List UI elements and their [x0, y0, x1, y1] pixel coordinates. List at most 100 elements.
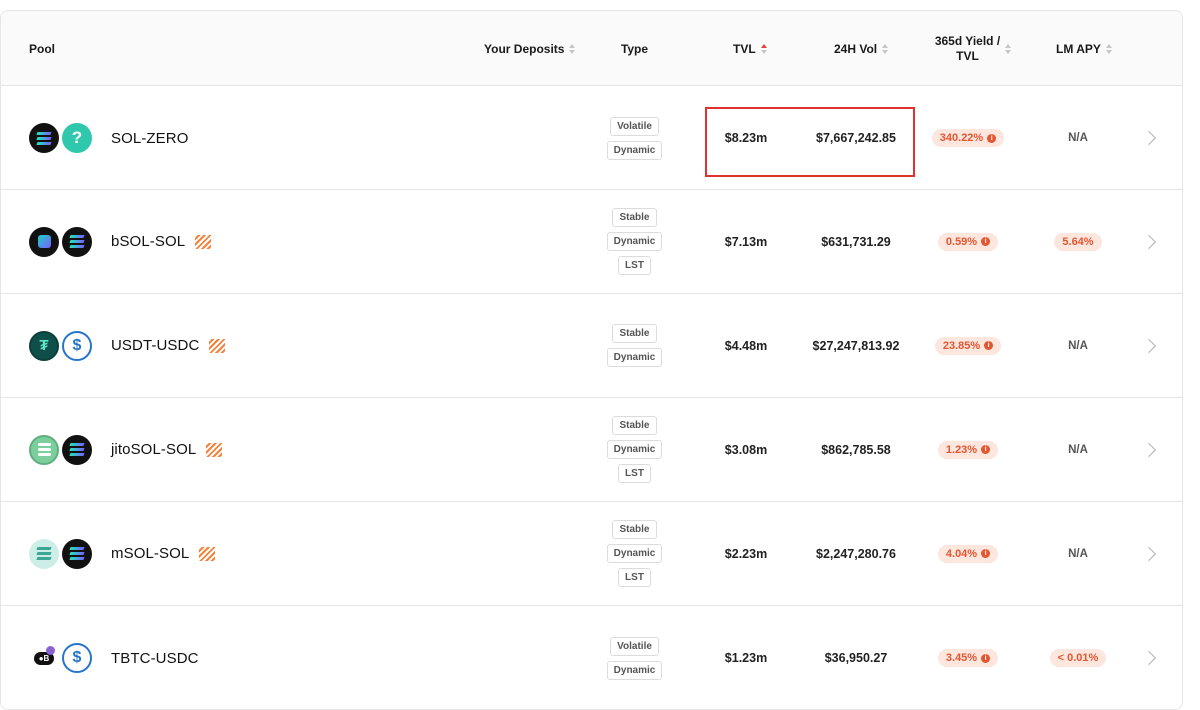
- farm-stripes-icon: [206, 442, 223, 457]
- header-lm-apy-label: LM APY: [1056, 41, 1101, 56]
- table-header: Pool Your Deposits Type TVL 24H Vol 365d…: [1, 11, 1182, 86]
- header-24h-vol[interactable]: 24H Vol: [834, 11, 889, 86]
- yield-badge: 0.59% i: [919, 190, 1017, 293]
- tvl-value: $3.08m: [724, 442, 768, 457]
- pool-name: SOL-ZERO: [111, 129, 189, 147]
- solana-icon: [62, 226, 92, 257]
- table-row[interactable]: jitoSOL-SOL Stable Dynamic LST $3.08m $8…: [1, 398, 1182, 502]
- chevron-right-icon[interactable]: [1139, 398, 1159, 501]
- chevron-right-icon[interactable]: [1139, 294, 1159, 397]
- type-tag: LST: [618, 464, 651, 483]
- lm-apy-value: < 0.01%: [1031, 606, 1125, 709]
- pools-table: Pool Your Deposits Type TVL 24H Vol 365d…: [0, 10, 1183, 710]
- yield-badge: 23.85% i: [919, 294, 1017, 397]
- token-pair-icons: ₮ $: [29, 294, 95, 397]
- chevron-right-icon[interactable]: [1139, 190, 1159, 293]
- tvl-value: $8.23m: [724, 131, 768, 145]
- volume-value: $36,950.27: [824, 651, 888, 665]
- pool-name: USDT-USDC: [111, 294, 226, 397]
- pool-type-tags: Stable Dynamic: [581, 294, 688, 397]
- msol-icon: [29, 538, 59, 569]
- solana-icon: [62, 538, 92, 569]
- header-your-deposits[interactable]: Your Deposits: [484, 11, 576, 86]
- info-icon[interactable]: i: [981, 549, 991, 558]
- type-tag: Volatile: [610, 116, 659, 136]
- usdt-icon: ₮: [29, 330, 59, 361]
- table-row[interactable]: ? SOL-ZERO Volatile Dynamic $8.23m $7,66…: [1, 87, 1182, 190]
- sort-icon: [1005, 43, 1012, 55]
- usdc-icon: $: [62, 643, 92, 673]
- header-lm-apy[interactable]: LM APY: [1056, 11, 1112, 86]
- type-tag: Dynamic: [606, 232, 663, 251]
- header-pool: Pool: [29, 11, 55, 86]
- chevron-right-icon[interactable]: [1139, 87, 1159, 189]
- header-yield[interactable]: 365d Yield / TVL: [923, 11, 1023, 86]
- pool-type-tags: Stable Dynamic LST: [581, 190, 688, 293]
- yield-badge: 1.23% i: [919, 398, 1017, 501]
- sort-icon: [1105, 43, 1112, 55]
- lm-apy-value: N/A: [1068, 443, 1088, 456]
- type-tag: Dynamic: [606, 544, 663, 563]
- token-pair-icons: [29, 502, 95, 605]
- chevron-right-icon[interactable]: [1139, 502, 1159, 605]
- unknown-token-icon: ?: [62, 123, 92, 153]
- farm-stripes-icon: [199, 546, 216, 561]
- pool-name: mSOL-SOL: [111, 502, 216, 605]
- header-type-label: Type: [620, 41, 649, 56]
- info-icon[interactable]: i: [981, 445, 991, 454]
- farm-stripes-icon: [209, 338, 226, 353]
- yield-badge: 4.04% i: [919, 502, 1017, 605]
- sort-icon: [569, 43, 576, 55]
- info-icon[interactable]: i: [981, 653, 991, 663]
- header-yield-label-line1: 365d Yield /: [934, 33, 1001, 48]
- token-pair-icons: [29, 398, 95, 501]
- info-icon[interactable]: i: [981, 237, 991, 246]
- type-tag: Dynamic: [606, 140, 663, 160]
- tvl-value: $4.48m: [724, 338, 768, 353]
- tvl-value: $7.13m: [724, 234, 768, 249]
- table-row[interactable]: mSOL-SOL Stable Dynamic LST $2.23m $2,24…: [1, 502, 1182, 606]
- lm-apy-value: N/A: [1068, 339, 1088, 352]
- volume-value: $7,667,242.85: [816, 131, 896, 145]
- info-icon[interactable]: i: [987, 133, 997, 143]
- table-row[interactable]: ₮ $ USDT-USDC Stable Dynamic $4.48m $27,…: [1, 294, 1182, 398]
- lm-apy-value: N/A: [1068, 547, 1088, 560]
- type-tag: Dynamic: [606, 348, 663, 367]
- table-row[interactable]: ●B $ TBTC-USDC Volatile Dynamic $1.23m $…: [1, 606, 1182, 709]
- tvl-value: $1.23m: [724, 651, 768, 665]
- pool-type-tags: Stable Dynamic LST: [581, 398, 688, 501]
- type-tag: LST: [618, 568, 651, 587]
- pool-type-tags: Stable Dynamic LST: [581, 502, 688, 605]
- lm-apy-value: 5.64%: [1031, 190, 1125, 293]
- pool-name: bSOL-SOL: [111, 190, 212, 293]
- header-yield-label-line2: TVL: [956, 48, 979, 63]
- header-24h-vol-label: 24H Vol: [834, 41, 878, 56]
- pool-type-tags: Volatile Dynamic: [581, 87, 688, 189]
- info-icon[interactable]: i: [984, 341, 994, 350]
- header-tvl[interactable]: TVL: [733, 11, 767, 86]
- header-tvl-label: TVL: [733, 41, 756, 56]
- type-tag: LST: [618, 256, 651, 275]
- usdc-icon: $: [62, 330, 92, 361]
- sort-active-icon: [760, 43, 767, 55]
- table-row[interactable]: bSOL-SOL Stable Dynamic LST $7.13m $631,…: [1, 190, 1182, 294]
- bsol-icon: [29, 226, 59, 257]
- volume-value: $2,247,280.76: [816, 546, 896, 561]
- yield-badge: 340.22% i: [919, 87, 1017, 189]
- type-tag: Stable: [612, 208, 657, 227]
- token-pair-icons: [29, 190, 95, 293]
- lm-apy-value: N/A: [1068, 132, 1088, 144]
- type-tag: Volatile: [610, 636, 659, 656]
- token-pair-icons: ●B $: [29, 606, 95, 709]
- header-type: Type: [601, 11, 668, 86]
- type-tag: Stable: [612, 416, 657, 435]
- solana-icon: [29, 123, 59, 153]
- tvl-value: $2.23m: [724, 546, 768, 561]
- solana-icon: [62, 434, 92, 465]
- chevron-right-icon[interactable]: [1139, 606, 1159, 709]
- yield-badge: 3.45% i: [919, 606, 1017, 709]
- farm-stripes-icon: [195, 234, 212, 249]
- pool-name: TBTC-USDC: [111, 649, 199, 667]
- tbtc-icon: ●B: [29, 643, 59, 673]
- type-tag: Stable: [612, 520, 657, 539]
